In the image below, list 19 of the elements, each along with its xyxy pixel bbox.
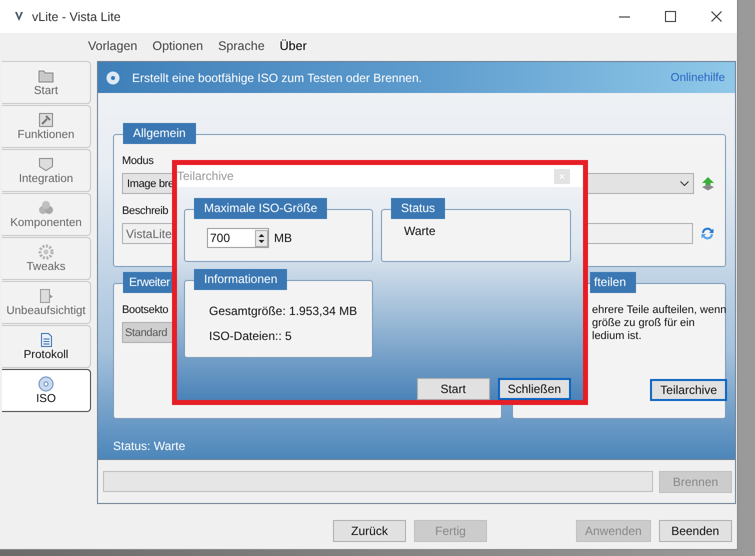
description-text: ledium ist. [592, 330, 642, 343]
bootsector-label: Bootsekto [122, 304, 168, 316]
status-text: Warte [404, 224, 437, 238]
dialog-title: Teilarchive [177, 169, 234, 183]
header-text: Erstellt eine bootfähige ISO zum Testen oder Brennen. [132, 70, 422, 84]
unit-label: MB [274, 231, 292, 245]
group-title: Informationen [194, 269, 288, 290]
group-title: Maximale ISO-Größe [194, 198, 328, 219]
status-text: Status: Warte [113, 439, 186, 453]
info-text: Gesamtgröße: 1.953,34 MB [209, 304, 358, 318]
group-title: Allgemein [123, 123, 196, 144]
group-title: Status [391, 198, 446, 219]
window-title: vLite - Vista Lite [32, 10, 121, 24]
description-text: ehrere Teile aufteilen, wenn [592, 304, 726, 317]
info-text: ISO-Dateien:: 5 [209, 329, 293, 343]
group-title: fteilen [590, 272, 636, 293]
mode-label: Modus [122, 155, 154, 167]
description-text: größe zu groß für ein [592, 317, 695, 330]
description-label: Beschreib [122, 205, 168, 217]
